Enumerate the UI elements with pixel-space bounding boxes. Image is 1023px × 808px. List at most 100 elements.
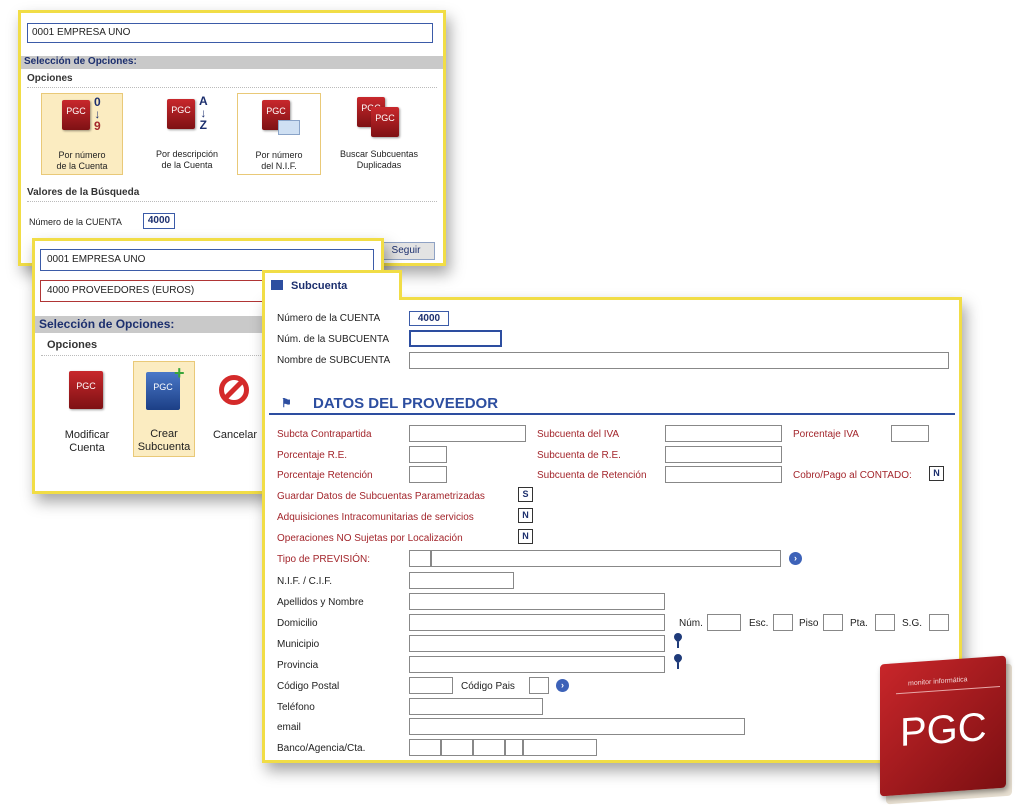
search-by-nif-option[interactable]: PGC Por número del N.I.F. bbox=[237, 93, 321, 175]
options-title: Opciones bbox=[47, 339, 98, 351]
divider bbox=[27, 87, 437, 88]
prevision-lookup-icon[interactable]: › bbox=[789, 552, 802, 565]
company-text: 0001 EMPRESA UNO bbox=[47, 254, 146, 265]
provider-section-icon: ⚑ bbox=[281, 396, 292, 410]
search-by-account-number-option[interactable]: PGC 0 ↓ 9 Por número de la Cuenta bbox=[41, 93, 123, 175]
esc-label: Esc. bbox=[749, 618, 769, 629]
cobro-contado-label: Cobro/Pago al CONTADO: bbox=[793, 470, 912, 481]
option-label: Buscar Subcuentas Duplicadas bbox=[329, 149, 429, 171]
porcentaje-iva-label: Porcentaje IVA bbox=[793, 429, 859, 440]
domicilio-input[interactable] bbox=[409, 614, 665, 631]
provincia-input[interactable] bbox=[409, 656, 665, 673]
account-number-field[interactable]: 4000 bbox=[409, 311, 449, 326]
subcuenta-re-label: Subcuenta de R.E. bbox=[537, 450, 621, 461]
options-section-header-text: Selección de Opciones: bbox=[24, 56, 137, 67]
agencia-input[interactable] bbox=[441, 739, 473, 756]
cancel-icon bbox=[219, 375, 249, 405]
email-input[interactable] bbox=[409, 718, 745, 735]
option-label: Por descripción de la Cuenta bbox=[137, 149, 237, 171]
municipio-map-pin-icon[interactable] bbox=[672, 631, 684, 649]
option-label-line1: Por número bbox=[255, 150, 303, 160]
book-text: PGC bbox=[266, 106, 286, 116]
search-duplicates-option[interactable]: PGC PGC Buscar Subcuentas Duplicadas bbox=[329, 93, 429, 175]
num-input[interactable] bbox=[707, 614, 741, 631]
subcuenta-re-input[interactable] bbox=[665, 446, 782, 463]
contrapartida-input[interactable] bbox=[409, 425, 526, 442]
pta-label: Pta. bbox=[850, 618, 868, 629]
zero-to-nine-symbol: 0 ↓ 9 bbox=[94, 95, 101, 133]
codigo-postal-label: Código Postal bbox=[277, 681, 340, 692]
porcentaje-re-label: Porcentaje R.E. bbox=[277, 450, 348, 461]
options-section-header-text: Selección de Opciones: bbox=[39, 317, 175, 331]
subaccount-name-input[interactable] bbox=[409, 352, 949, 369]
subcuenta-ret-label: Subcuenta de Retención bbox=[537, 470, 647, 481]
a-to-z-symbol: A ↓ Z bbox=[199, 94, 208, 132]
account-number-field[interactable]: 4000 bbox=[143, 213, 175, 229]
banco-input[interactable] bbox=[409, 739, 441, 756]
company-text: 0001 EMPRESA UNO bbox=[32, 27, 131, 38]
pta-input[interactable] bbox=[875, 614, 895, 631]
cancel-button[interactable]: Cancelar bbox=[205, 363, 265, 459]
adquisiciones-toggle[interactable]: N bbox=[518, 508, 533, 523]
prevision-desc-input[interactable] bbox=[431, 550, 781, 567]
guardar-label: Guardar Datos de Subcuentas Parametrizad… bbox=[277, 491, 485, 502]
dc2-input[interactable] bbox=[505, 739, 523, 756]
next-button[interactable]: Seguir bbox=[377, 242, 435, 260]
book-text: PGC bbox=[171, 105, 191, 115]
subcuenta-ret-input[interactable] bbox=[665, 466, 782, 483]
porcentaje-ret-input[interactable] bbox=[409, 466, 447, 483]
subaccount-name-label: Nombre de SUBCUENTA bbox=[277, 355, 391, 366]
digit-zero: 0 bbox=[94, 95, 101, 109]
porcentaje-re-input[interactable] bbox=[409, 446, 447, 463]
telefono-input[interactable] bbox=[409, 698, 543, 715]
porcentaje-iva-input[interactable] bbox=[891, 425, 929, 442]
search-by-description-option[interactable]: PGC A ↓ Z Por descripción de la Cuenta bbox=[137, 93, 237, 175]
municipio-label: Municipio bbox=[277, 639, 320, 650]
esc-input[interactable] bbox=[773, 614, 793, 631]
sg-input[interactable] bbox=[929, 614, 949, 631]
company-field[interactable]: 0001 EMPRESA UNO bbox=[40, 249, 374, 271]
letter-a: A bbox=[199, 94, 208, 108]
action-label-line1: Crear bbox=[150, 428, 178, 440]
next-button-label: Seguir bbox=[391, 245, 421, 256]
piso-input[interactable] bbox=[823, 614, 843, 631]
pin-head bbox=[672, 631, 684, 643]
pgc-book-logo: monitor informática PGC bbox=[880, 655, 1016, 805]
dc-input[interactable] bbox=[473, 739, 505, 756]
create-subaccount-button[interactable]: PGC + Crear Subcuenta bbox=[133, 361, 195, 457]
provincia-map-pin-icon[interactable] bbox=[672, 652, 684, 670]
cobro-contado-toggle[interactable]: N bbox=[929, 466, 944, 481]
municipio-input[interactable] bbox=[409, 635, 665, 652]
cuenta-input[interactable] bbox=[523, 739, 597, 756]
book-text: PGC bbox=[66, 106, 86, 116]
subcuenta-iva-input[interactable] bbox=[665, 425, 782, 442]
option-label-line2: de la Cuenta bbox=[161, 160, 213, 170]
modify-account-button[interactable]: PGC Modificar Cuenta bbox=[49, 363, 125, 459]
subaccount-number-input[interactable] bbox=[409, 330, 502, 347]
option-label-line2: Duplicadas bbox=[356, 160, 402, 170]
pin-stem bbox=[677, 663, 679, 669]
banco-label: Banco/Agencia/Cta. bbox=[277, 743, 366, 754]
book-text: PGC bbox=[153, 382, 173, 392]
apellidos-input[interactable] bbox=[409, 593, 665, 610]
action-label-line2: Cuenta bbox=[69, 442, 105, 454]
action-label-line1: Cancelar bbox=[212, 429, 258, 441]
company-field[interactable]: 0001 EMPRESA UNO bbox=[27, 23, 433, 43]
plus-icon: + bbox=[174, 363, 185, 383]
digit-nine: 9 bbox=[94, 119, 101, 133]
country-lookup-icon[interactable]: › bbox=[556, 679, 569, 692]
operaciones-toggle[interactable]: N bbox=[518, 529, 533, 544]
option-label: Por número del N.I.F. bbox=[238, 150, 320, 172]
provincia-label: Provincia bbox=[277, 660, 319, 671]
apellidos-label: Apellidos y Nombre bbox=[277, 597, 364, 608]
codigo-postal-input[interactable] bbox=[409, 677, 453, 694]
num-label: Núm. bbox=[679, 618, 703, 629]
search-values-title: Valores de la Búsqueda bbox=[27, 187, 140, 198]
action-label: Cancelar bbox=[205, 429, 265, 442]
sg-label: S.G. bbox=[902, 618, 923, 629]
prevision-code-input[interactable] bbox=[409, 550, 431, 567]
guardar-toggle[interactable]: S bbox=[518, 487, 533, 502]
codigo-pais-input[interactable] bbox=[529, 677, 549, 694]
nif-input[interactable] bbox=[409, 572, 514, 589]
option-label-line1: Por número bbox=[58, 150, 106, 160]
